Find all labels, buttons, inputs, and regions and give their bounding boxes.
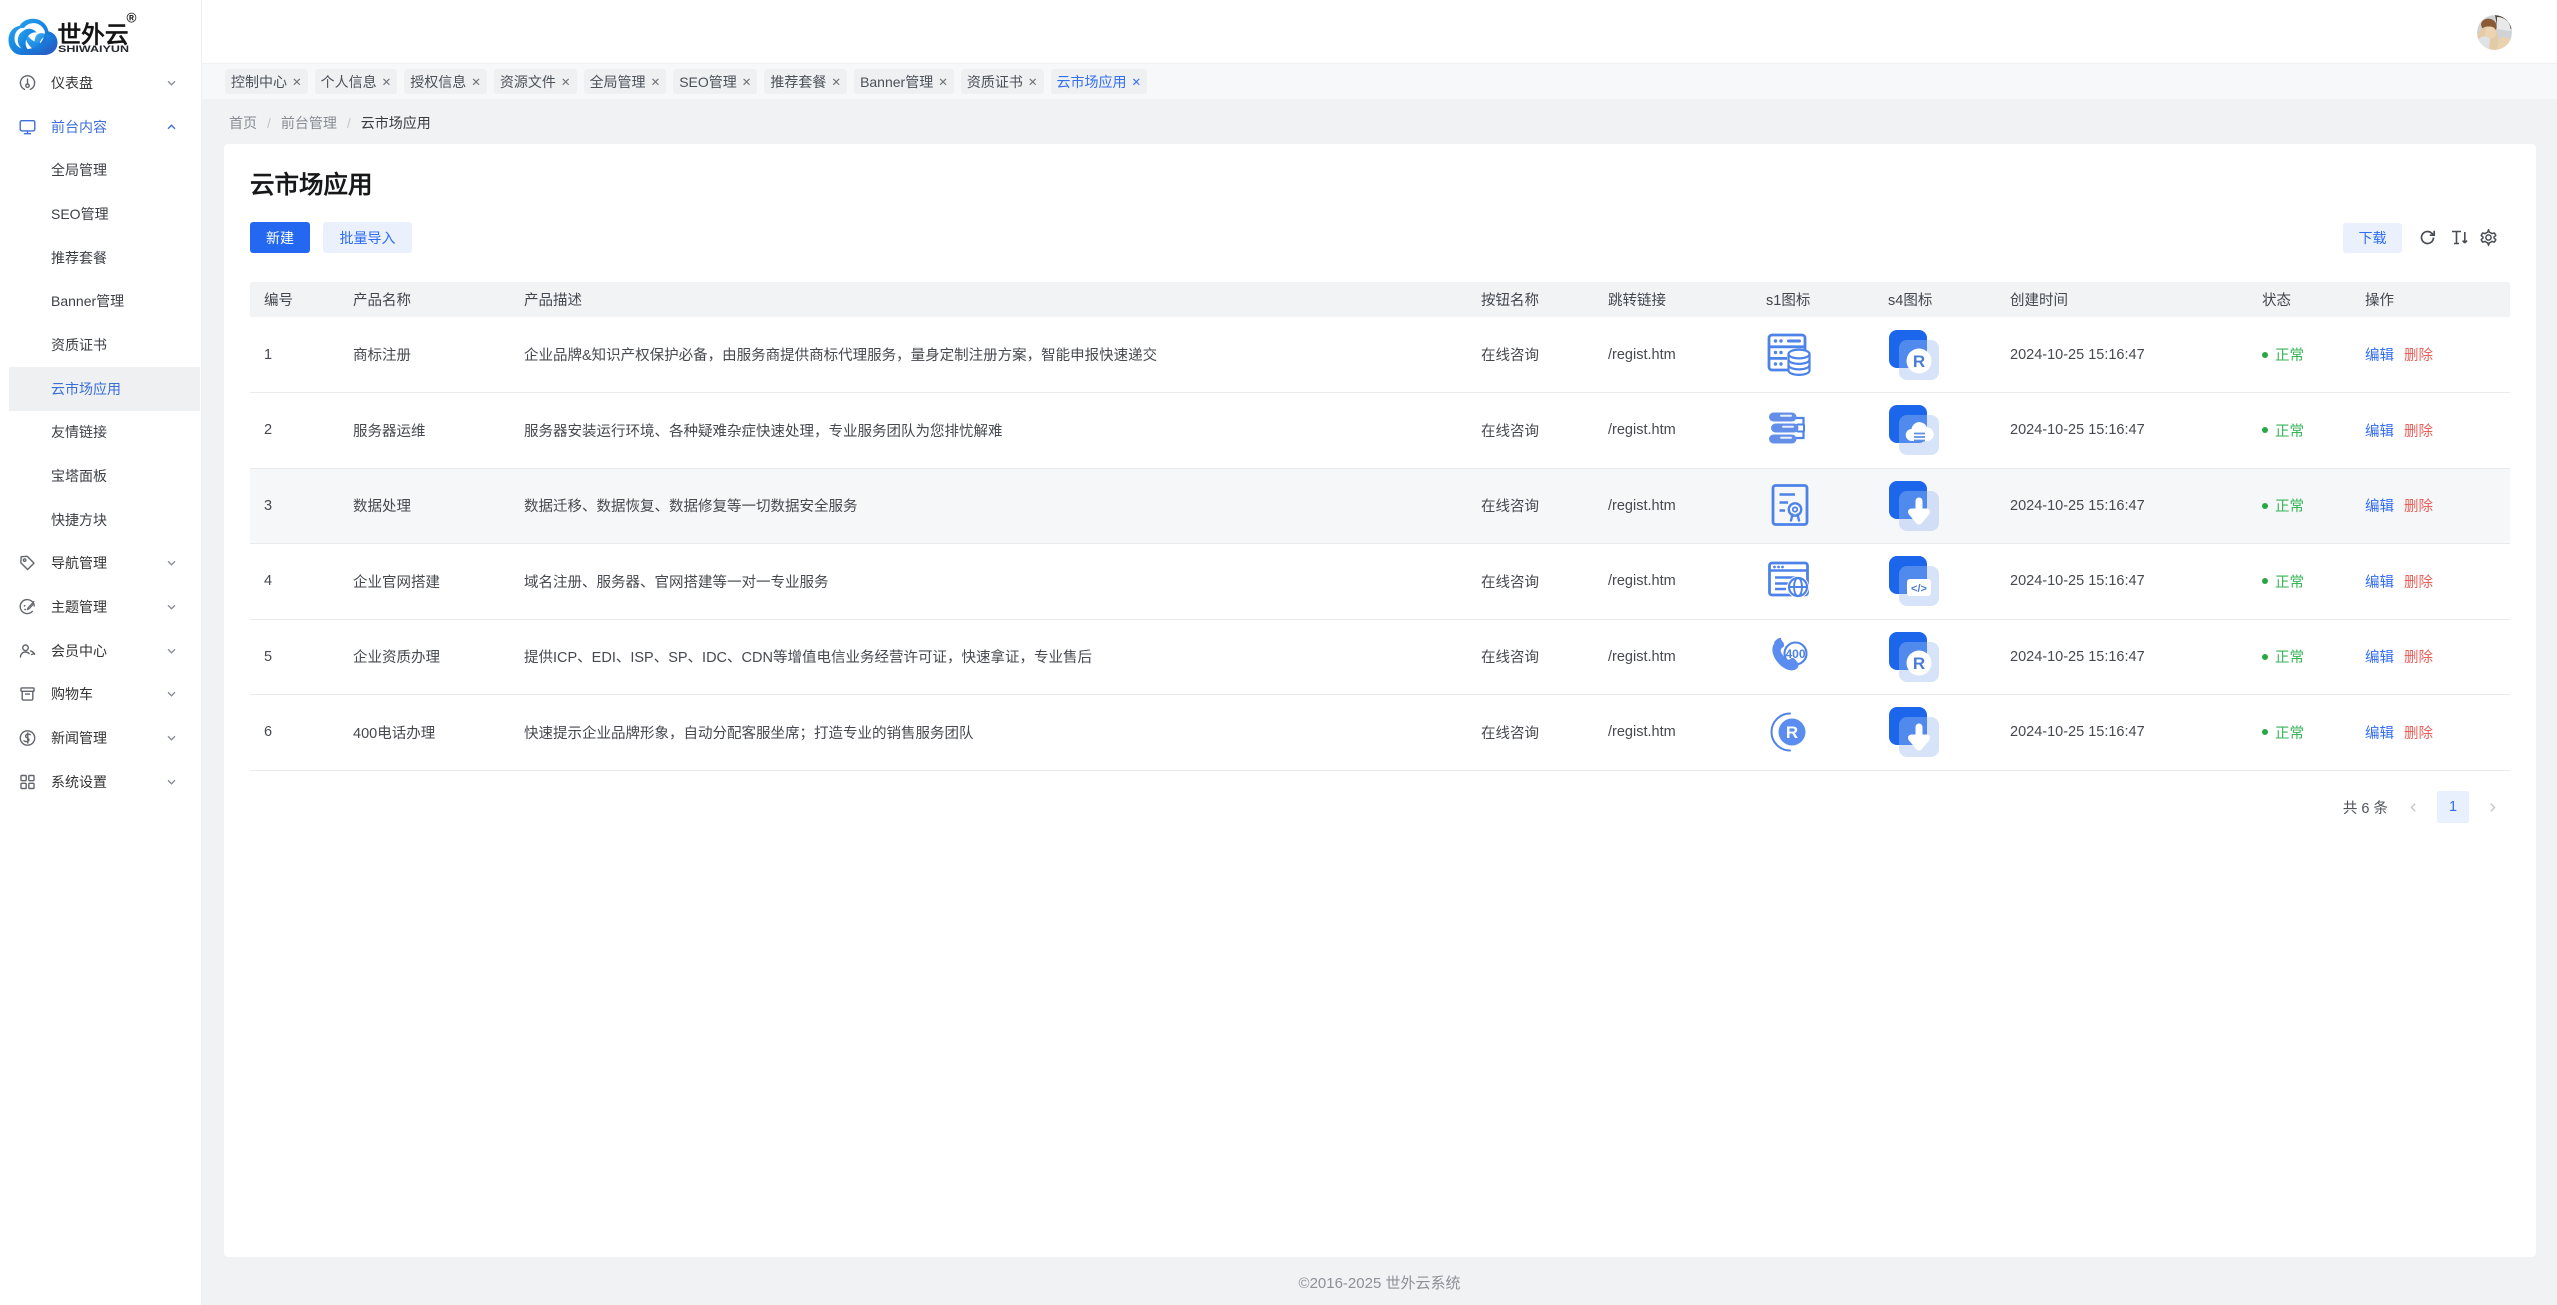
svg-text:SHIWAIYUN: SHIWAIYUN xyxy=(58,44,129,55)
svg-text:R: R xyxy=(1913,654,1925,673)
svg-text:R: R xyxy=(1913,352,1925,371)
svg-text:R: R xyxy=(1786,723,1798,742)
svg-text:400: 400 xyxy=(1785,647,1805,661)
svg-text:®: ® xyxy=(127,11,137,26)
svg-text:</>: </> xyxy=(1911,583,1927,595)
